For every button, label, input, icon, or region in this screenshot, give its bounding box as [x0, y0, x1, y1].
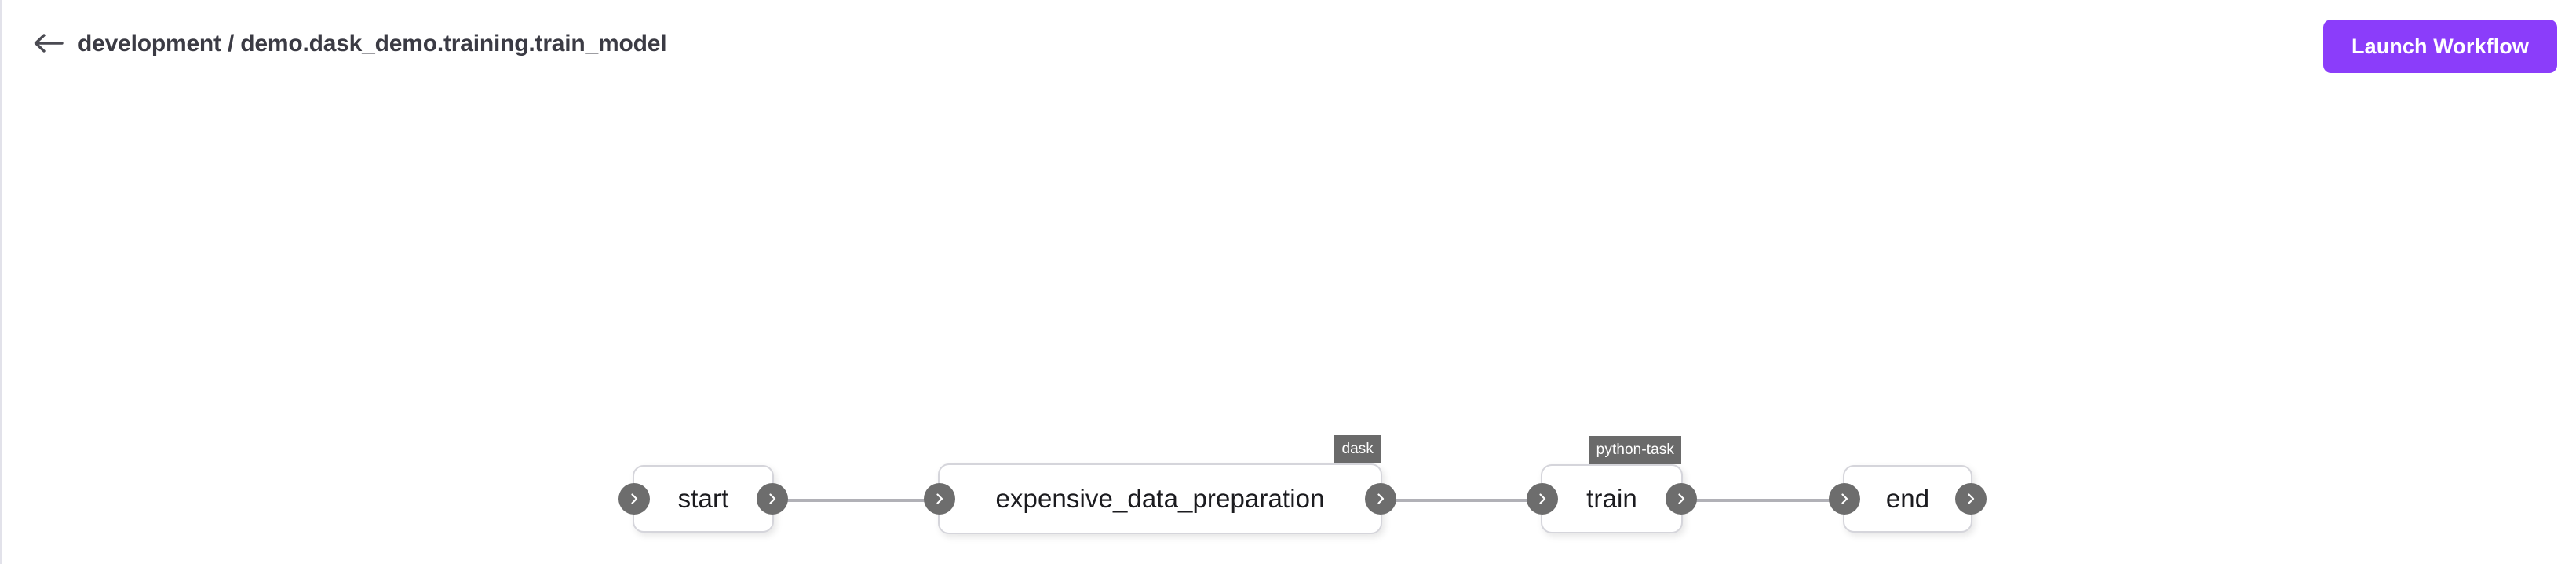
graph-node-train[interactable]: python-task train [1527, 436, 1697, 533]
node-handle-right[interactable] [1955, 483, 1987, 515]
node-label: expensive_data_preparation [995, 484, 1325, 513]
node-handle-left[interactable] [924, 483, 955, 515]
node-handle-right[interactable] [1666, 483, 1697, 515]
back-arrow-button[interactable] [26, 25, 70, 61]
node-label: start [677, 484, 729, 513]
launch-workflow-button[interactable]: Launch Workflow [2322, 20, 2557, 73]
graph-node-start[interactable]: start [618, 465, 788, 533]
graph-node-expensive_data_preparation[interactable]: dask expensive_data_preparation [924, 435, 1396, 534]
node-handle-left[interactable] [1527, 483, 1558, 515]
node-type-badge: python-task [1589, 436, 1681, 464]
page-header: development / demo.dask_demo.training.tr… [2, 0, 2576, 86]
node-handle-left[interactable] [1829, 483, 1860, 515]
workflow-graph-canvas[interactable]: start dask expensive_data_preparation pytho… [5, 86, 2576, 564]
graph-node-end[interactable]: end [1829, 465, 1987, 533]
node-type-badge: dask [1334, 435, 1381, 463]
node-handle-right[interactable] [757, 483, 788, 515]
page-title: development / demo.dask_demo.training.tr… [78, 31, 667, 57]
arrow-left-icon [31, 31, 64, 55]
node-label: end [1885, 484, 1930, 513]
app-root: development / demo.dask_demo.training.tr… [0, 0, 2576, 564]
node-handle-right[interactable] [1365, 483, 1396, 515]
node-label: train [1586, 484, 1637, 513]
node-handle-left[interactable] [618, 483, 650, 515]
